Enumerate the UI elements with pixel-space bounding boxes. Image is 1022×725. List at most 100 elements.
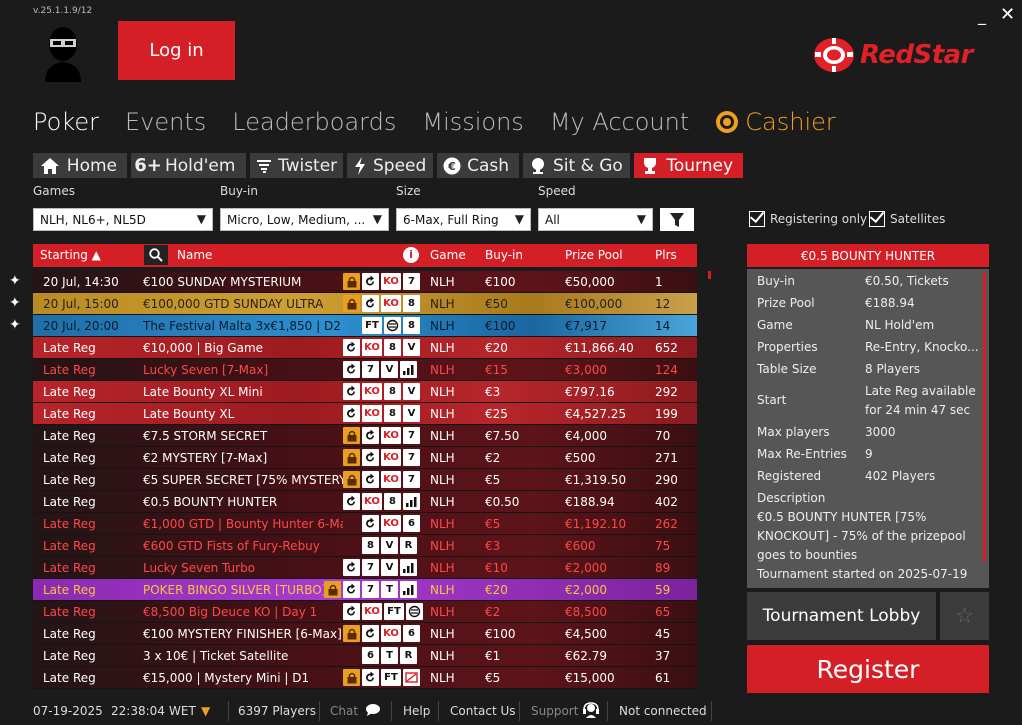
row-tournament-name: The Festival Malta 3x€1,850 | D2 bbox=[143, 319, 341, 333]
row-badges: KO 7 bbox=[343, 427, 420, 444]
row-badges: 6TR bbox=[362, 647, 417, 664]
reentry-icon bbox=[362, 449, 379, 466]
nav-poker[interactable]: Poker bbox=[33, 108, 99, 136]
list-scrollbar[interactable] bbox=[708, 271, 711, 279]
table-row[interactable]: Late Reg €8,500 Big Deuce KO | Day 1 KO FT N… bbox=[33, 601, 697, 623]
details-scrollbar[interactable] bbox=[983, 272, 986, 562]
favorite-star-button[interactable]: ☆ bbox=[940, 592, 989, 640]
divider bbox=[391, 701, 392, 721]
badge-ko: KO bbox=[381, 449, 401, 466]
pin-star-icon[interactable]: ✦ bbox=[9, 317, 21, 333]
nav-missions[interactable]: Missions bbox=[422, 108, 523, 136]
table-row[interactable]: 20 Jul, 15:00 €100,000 GTD SUNDAY ULTRA KO… bbox=[33, 293, 697, 315]
table-row[interactable]: Late Reg €100 MYSTERY FINISHER [6-Max] KO 6… bbox=[33, 623, 697, 645]
pin-star-icon[interactable]: ✦ bbox=[9, 273, 21, 289]
chat-bubble-icon[interactable] bbox=[365, 703, 381, 720]
nav-leaderboards[interactable]: Leaderboards bbox=[232, 108, 396, 136]
row-game: NLH bbox=[430, 583, 455, 597]
col-players[interactable]: Plrs bbox=[655, 248, 677, 262]
registering-only-checkbox[interactable]: Registering only bbox=[749, 211, 867, 227]
buyin-select-value: Micro, Low, Medium, ... bbox=[227, 212, 366, 227]
row-game: NLH bbox=[430, 341, 455, 355]
row-badges: KO 8 V bbox=[343, 405, 420, 422]
table-row[interactable]: Late Reg Late Bounty XL KO 8 V NLH €25 €4,527.2… bbox=[33, 403, 697, 425]
filter-button[interactable] bbox=[660, 208, 694, 231]
row-prize-pool: €15,000 bbox=[565, 671, 615, 685]
avatar[interactable] bbox=[33, 22, 93, 82]
row-badges: FT 8 bbox=[362, 317, 420, 334]
info-icon[interactable]: i bbox=[403, 247, 419, 263]
detail-properties-label: Properties bbox=[757, 340, 818, 354]
badge-v: V bbox=[381, 537, 398, 554]
row-prize-pool: €50,000 bbox=[565, 275, 615, 289]
pin-star-icon[interactable]: ✦ bbox=[9, 295, 21, 311]
footer-support[interactable]: Support bbox=[531, 704, 578, 718]
chevron-down-icon[interactable]: ▼ bbox=[201, 704, 210, 718]
satellites-checkbox[interactable]: Satellites bbox=[869, 211, 945, 227]
size-select[interactable]: 6-Max, Full Ring ▼ bbox=[396, 208, 531, 231]
tab-tourney[interactable]: Tourney bbox=[634, 153, 743, 178]
buyin-select[interactable]: Micro, Low, Medium, ... ▼ bbox=[220, 208, 389, 231]
table-row[interactable]: Late Reg Late Bounty XL Mini KO 8 V NLH €3 €797… bbox=[33, 381, 697, 403]
search-icon[interactable] bbox=[144, 245, 168, 265]
table-row[interactable]: Late Reg €10,000 | Big Game KO 8 V NLH €20 €11,… bbox=[33, 337, 697, 359]
row-start-time: Late Reg bbox=[43, 341, 96, 355]
table-row[interactable]: 20 Jul, 20:00 The Festival Malta 3x€1,850… bbox=[33, 315, 697, 337]
table-row[interactable]: Late Reg POKER BINGO SILVER [TURBO] 7 T NLH €… bbox=[33, 579, 697, 601]
table-row[interactable]: Late Reg €2 MYSTERY [7-Max] KO 7 NLH €2 €500 27… bbox=[33, 447, 697, 469]
tab-holdem[interactable]: 6+ Hold'em bbox=[131, 153, 246, 178]
tab-cash-label: Cash bbox=[467, 155, 509, 176]
detail-prize-value: €188.94 bbox=[865, 296, 915, 310]
table-row[interactable]: Late Reg €600 GTD Fists of Fury-Rebuy 8 V R N… bbox=[33, 535, 697, 557]
table-row[interactable]: 20 Jul, 14:30 €100 SUNDAY MYSTERIUM KO 7 NLH… bbox=[33, 271, 697, 293]
row-tournament-name: €15,000 | Mystery Mini | D1 bbox=[143, 671, 310, 685]
nav-events[interactable]: Events bbox=[125, 108, 206, 136]
tab-twister[interactable]: Twister bbox=[250, 153, 343, 178]
col-name[interactable]: Name bbox=[177, 248, 212, 262]
star-outline-icon: ☆ bbox=[954, 603, 975, 629]
col-prize-pool[interactable]: Prize Pool bbox=[565, 248, 623, 262]
tab-sit-and-go[interactable]: Sit & Go bbox=[523, 153, 630, 178]
table-row[interactable]: Late Reg €1,000 GTD | Bounty Hunter 6-Max… bbox=[33, 513, 697, 535]
register-button[interactable]: Register bbox=[747, 645, 989, 693]
minimize-button[interactable]: _ bbox=[978, 6, 986, 25]
row-game: NLH bbox=[430, 407, 455, 421]
tab-cash[interactable]: € Cash bbox=[437, 153, 519, 178]
footer-timezone[interactable]: WET bbox=[169, 704, 196, 718]
nav-my-account[interactable]: My Account bbox=[550, 108, 689, 136]
detail-table-size-label: Table Size bbox=[757, 362, 817, 376]
mystery-chest-icon bbox=[343, 295, 360, 312]
tab-holdem-label: Hold'em bbox=[165, 155, 236, 176]
tab-tourney-label: Tourney bbox=[666, 155, 733, 176]
speed-select[interactable]: All ▼ bbox=[538, 208, 653, 231]
close-button[interactable]: ✕ bbox=[1000, 4, 1015, 25]
headset-icon[interactable] bbox=[582, 701, 600, 722]
table-row[interactable]: Late Reg €15,000 | Mystery Mini | D1 FT NLH… bbox=[33, 667, 697, 689]
table-row[interactable]: Late Reg €7.5 STORM SECRET KO 7 NLH €7.50 €4,0… bbox=[33, 425, 697, 447]
table-row[interactable]: Late Reg €0.5 BOUNTY HUNTER KO 8 NLH €0.50 €18… bbox=[33, 491, 697, 513]
detail-start-line2: for 24 min 47 sec bbox=[865, 403, 971, 417]
tournament-lobby-button[interactable]: Tournament Lobby bbox=[747, 592, 936, 640]
footer-contact[interactable]: Contact Us bbox=[450, 704, 516, 718]
footer-help[interactable]: Help bbox=[403, 704, 430, 718]
table-row[interactable]: Late Reg 3 x 10€ | Ticket Satellite 6 T R NLH… bbox=[33, 645, 697, 667]
col-game[interactable]: Game bbox=[430, 248, 466, 262]
row-badges: KO 6 bbox=[362, 515, 420, 532]
tab-home[interactable]: Home bbox=[33, 153, 127, 178]
speed-filter-label: Speed bbox=[538, 184, 576, 198]
footer-chat[interactable]: Chat bbox=[330, 704, 358, 718]
table-row[interactable]: Late Reg Lucky Seven Turbo 7 V NLH €10 €2,000 8… bbox=[33, 557, 697, 579]
row-game: NLH bbox=[430, 473, 455, 487]
tab-speed[interactable]: Speed bbox=[347, 153, 433, 178]
nav-cashier[interactable]: Cashier bbox=[715, 108, 836, 136]
col-buyin[interactable]: Buy-in bbox=[485, 248, 523, 262]
login-button[interactable]: Log in bbox=[118, 21, 235, 80]
size-filter-label: Size bbox=[396, 184, 421, 198]
table-row[interactable]: Late Reg €5 SUPER SECRET [75% MYSTERY] KO 7… bbox=[33, 469, 697, 491]
games-select-value: NLH, NL6+, NL5D bbox=[40, 212, 146, 227]
games-select[interactable]: NLH, NL6+, NL5D ▼ bbox=[33, 208, 213, 231]
reentry-icon bbox=[343, 559, 360, 576]
redstar-logo: RedStar bbox=[812, 36, 974, 74]
table-row[interactable]: Late Reg Lucky Seven [7-Max] 7 V NLH €15 €3,00… bbox=[33, 359, 697, 381]
col-starting[interactable]: Starting ▲ bbox=[40, 248, 101, 262]
